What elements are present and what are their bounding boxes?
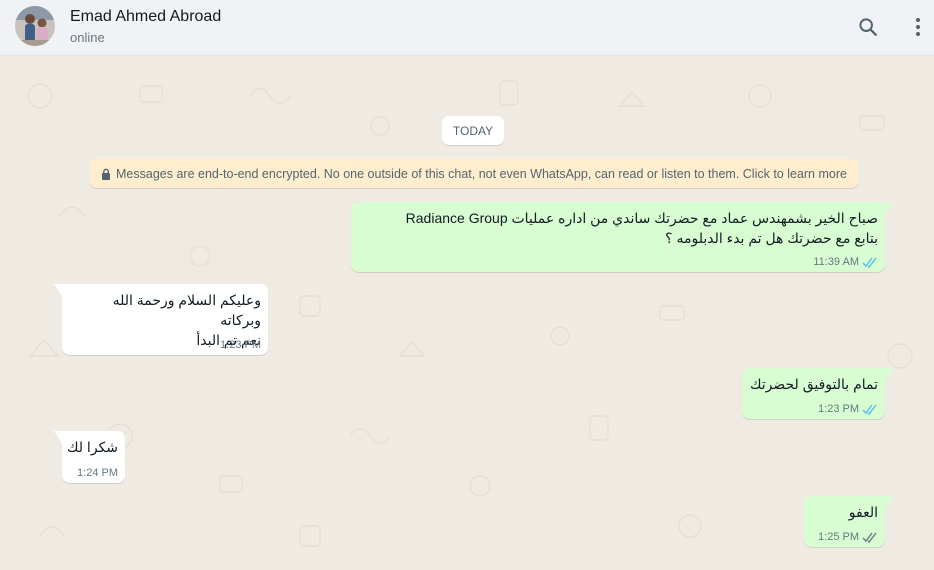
message-meta: 11:39 AM bbox=[813, 256, 878, 268]
bubble-tail bbox=[54, 284, 62, 296]
chat-header: Emad Ahmed Abroad online bbox=[0, 0, 934, 56]
avatar-photo-icon bbox=[15, 6, 55, 46]
message-time: 1:24 PM bbox=[77, 467, 118, 479]
message-bubble-outgoing[interactable]: صباح الخير بشمهندس عماد مع حضرتك ساندي م… bbox=[351, 202, 893, 272]
bubble-tail bbox=[885, 368, 893, 380]
message-meta: 1:23 PM bbox=[818, 403, 878, 415]
message-bubble-outgoing[interactable]: العفو 1:25 PM bbox=[804, 496, 893, 547]
message-bubble-incoming[interactable]: شكرا لك 1:24 PM bbox=[54, 431, 125, 483]
message-meta: 1:25 PM bbox=[818, 531, 878, 543]
message-time: 11:39 AM bbox=[813, 256, 859, 268]
message-time: 1:23 PM bbox=[220, 339, 261, 351]
encryption-notice[interactable]: Messages are end-to-end encrypted. No on… bbox=[90, 159, 858, 188]
bubble-tail bbox=[885, 496, 893, 508]
encryption-notice-text: Messages are end-to-end encrypted. No on… bbox=[116, 166, 847, 181]
double-check-read-icon bbox=[862, 404, 878, 415]
lock-icon bbox=[101, 168, 111, 180]
message-text: العفو bbox=[848, 504, 878, 520]
message-bubble-incoming[interactable]: وعليكم السلام ورحمة الله وبركاته نعم تم … bbox=[54, 284, 268, 355]
message-text: تمام بالتوفيق لحضرتك bbox=[749, 376, 878, 392]
message-text: صباح الخير بشمهندس عماد مع حضرتك ساندي م… bbox=[405, 210, 878, 246]
contact-name[interactable]: Emad Ahmed Abroad bbox=[70, 8, 221, 26]
double-check-delivered-icon bbox=[862, 532, 878, 543]
date-separator: TODAY bbox=[442, 116, 504, 145]
bubble-tail bbox=[885, 202, 893, 214]
whatsapp-chat-window: Emad Ahmed Abroad online TODAY Messages … bbox=[0, 0, 934, 570]
kebab-menu-icon[interactable] bbox=[906, 15, 930, 39]
message-meta: 1:24 PM bbox=[77, 467, 118, 479]
contact-avatar[interactable] bbox=[15, 6, 55, 46]
message-meta: 1:23 PM bbox=[220, 339, 261, 351]
message-text: شكرا لك bbox=[66, 439, 118, 455]
message-time: 1:23 PM bbox=[818, 403, 859, 415]
search-icon[interactable] bbox=[856, 15, 880, 39]
message-bubble-outgoing[interactable]: تمام بالتوفيق لحضرتك 1:23 PM bbox=[742, 368, 893, 419]
bubble-tail bbox=[54, 431, 62, 443]
contact-status: online bbox=[70, 30, 105, 45]
double-check-read-icon bbox=[862, 257, 878, 268]
message-time: 1:25 PM bbox=[818, 531, 859, 543]
